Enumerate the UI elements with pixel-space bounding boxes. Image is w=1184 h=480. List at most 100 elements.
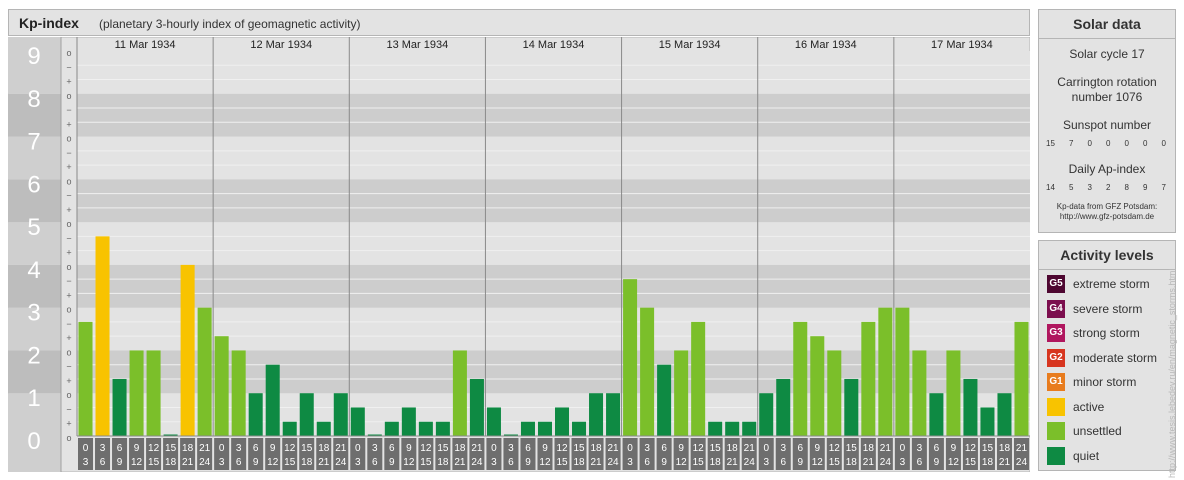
x-tick-label-start: 9 xyxy=(678,443,684,454)
page-subtitle: (planetary 3-hourly index of geomagnetic… xyxy=(99,17,361,31)
x-tick-label-start: 0 xyxy=(491,443,497,454)
day-label: 15 Mar 1934 xyxy=(659,39,721,51)
sunspot-label: Sunspot number xyxy=(1062,118,1152,132)
kp-bar xyxy=(265,364,280,436)
ap-index-label: Daily Ap-index xyxy=(1068,162,1146,176)
x-tick-label-end: 21 xyxy=(318,457,330,468)
x-tick-label-end: 21 xyxy=(863,457,875,468)
kp-bar xyxy=(878,307,893,436)
legend-item-g5: G5 extreme storm xyxy=(1047,275,1150,293)
y-tick-label: 5 xyxy=(27,214,40,241)
x-tick-label-end: 9 xyxy=(389,457,395,468)
source-watermark: http://www.tesis.lebedev.ru/en/magnetic_… xyxy=(1167,268,1177,478)
x-tick-label-end: 18 xyxy=(846,457,858,468)
kp-chart: 0123456789o+−o+−o+−o+−o+−o+−o+−o+−o+−o11… xyxy=(8,37,1030,472)
x-tick-label-start: 18 xyxy=(590,443,602,454)
legend-item-g2: G2 moderate storm xyxy=(1047,348,1157,367)
x-tick-label-start: 0 xyxy=(900,443,906,454)
y-minor-label: − xyxy=(66,319,71,329)
legend-label-g5: extreme storm xyxy=(1073,277,1150,291)
x-tick-label-end: 15 xyxy=(829,457,841,468)
x-tick-label-start: 9 xyxy=(951,443,957,454)
x-tick-label-end: 9 xyxy=(117,457,123,468)
kp-bar xyxy=(333,393,348,436)
y-minor-label: − xyxy=(66,362,71,372)
kp-bar xyxy=(929,393,944,436)
x-tick-label-start: 18 xyxy=(182,443,194,454)
x-tick-label-end: 15 xyxy=(556,457,568,468)
x-tick-label-start: 3 xyxy=(372,443,378,454)
legend-label-g1: minor storm xyxy=(1073,375,1137,389)
legend-item-g4: G4 severe storm xyxy=(1047,299,1142,318)
kp-bar xyxy=(112,378,127,436)
x-tick-label-start: 3 xyxy=(236,443,242,454)
x-tick-label-end: 3 xyxy=(219,457,225,468)
kp-bar xyxy=(708,421,723,436)
x-tick-label-start: 15 xyxy=(301,443,313,454)
activity-panel-title: Activity levels xyxy=(1039,241,1175,270)
legend-swatch-g5: G5 xyxy=(1047,275,1065,293)
x-tick-label-end: 15 xyxy=(693,457,705,468)
x-tick-label-end: 3 xyxy=(900,457,906,468)
x-tick-label-start: 12 xyxy=(420,443,432,454)
y-minor-label: − xyxy=(66,148,71,158)
x-tick-label-end: 9 xyxy=(661,457,667,468)
day-label: 16 Mar 1934 xyxy=(795,39,857,51)
kp-bar xyxy=(589,393,604,436)
x-tick-label-start: 18 xyxy=(863,443,875,454)
y-minor-label: o xyxy=(66,176,71,186)
x-tick-label-end: 18 xyxy=(710,457,722,468)
x-tick-label-start: 21 xyxy=(471,443,483,454)
x-tick-label-start: 3 xyxy=(100,443,106,454)
kp-bar xyxy=(180,264,195,436)
kp-bar xyxy=(844,378,859,436)
day-label: 14 Mar 1934 xyxy=(523,39,585,51)
x-tick-label-start: 6 xyxy=(797,443,803,454)
kp-bar xyxy=(537,421,552,436)
x-tick-label-end: 3 xyxy=(491,457,497,468)
x-tick-label-start: 0 xyxy=(763,443,769,454)
kp-bar xyxy=(946,350,961,436)
kp-bar xyxy=(214,336,229,436)
kp-bar xyxy=(316,421,331,436)
x-tick-label-end: 18 xyxy=(982,457,994,468)
sunspot-value: 0 xyxy=(1143,139,1148,148)
kp-bar xyxy=(486,407,501,436)
x-tick-label-end: 3 xyxy=(763,457,769,468)
x-tick-label-start: 0 xyxy=(219,443,225,454)
x-tick-label-start: 0 xyxy=(627,443,633,454)
kp-bar xyxy=(384,421,399,436)
day-label: 17 Mar 1934 xyxy=(931,39,993,51)
kp-bar xyxy=(418,421,433,436)
x-tick-label-start: 9 xyxy=(814,443,820,454)
sunspot-value: 15 xyxy=(1046,139,1055,148)
kp-bar xyxy=(997,393,1012,436)
legend-swatch-g1: G1 xyxy=(1047,373,1065,391)
y-minor-label: o xyxy=(66,134,71,144)
x-tick-label-end: 12 xyxy=(403,457,415,468)
y-minor-label: − xyxy=(66,105,71,115)
x-tick-label-end: 12 xyxy=(539,457,551,468)
x-tick-label-end: 15 xyxy=(148,457,160,468)
kp-bar xyxy=(129,350,144,436)
kp-bar xyxy=(469,378,484,436)
y-minor-label: o xyxy=(66,347,71,357)
kp-bar xyxy=(980,407,995,436)
x-tick-label-start: 18 xyxy=(454,443,466,454)
y-minor-label: + xyxy=(66,333,71,343)
y-minor-label: − xyxy=(66,276,71,286)
x-tick-label-end: 6 xyxy=(236,457,242,468)
legend-item-unsettled: unsettled xyxy=(1047,422,1122,440)
x-tick-label-start: 6 xyxy=(389,443,395,454)
y-minor-label: + xyxy=(66,248,71,258)
kp-bar xyxy=(776,378,791,436)
legend-swatch-g4: G4 xyxy=(1047,299,1065,318)
x-tick-label-start: 9 xyxy=(406,443,412,454)
x-tick-label-start: 15 xyxy=(710,443,722,454)
x-tick-label-end: 21 xyxy=(727,457,739,468)
x-tick-label-start: 0 xyxy=(355,443,361,454)
kp-bar xyxy=(623,279,638,436)
ap-value: 7 xyxy=(1161,183,1166,192)
y-tick-label: 6 xyxy=(27,171,40,198)
x-tick-label-end: 18 xyxy=(301,457,313,468)
